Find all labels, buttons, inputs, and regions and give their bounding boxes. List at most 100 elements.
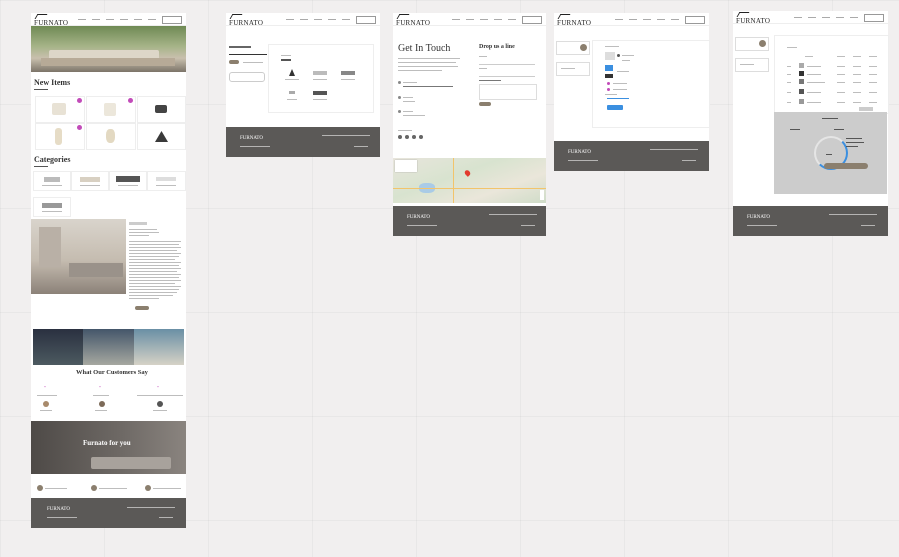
- nav-link[interactable]: [120, 19, 128, 20]
- add-to-cart-button[interactable]: [607, 105, 623, 110]
- radio-option[interactable]: [617, 54, 620, 57]
- price-slider[interactable]: [229, 54, 267, 55]
- nav-link[interactable]: [629, 19, 637, 20]
- nav-link[interactable]: [643, 19, 651, 20]
- gallery-image: [133, 329, 184, 365]
- top-nav: FURNATO: [733, 11, 888, 25]
- product-image[interactable]: [313, 71, 327, 75]
- product-card[interactable]: [35, 123, 85, 150]
- product-image: [155, 131, 168, 142]
- nav-link[interactable]: [822, 17, 830, 18]
- new-items-title: New Items: [34, 78, 71, 87]
- map-info-card: [395, 160, 417, 172]
- product-card[interactable]: [86, 96, 136, 123]
- category-card[interactable]: [109, 171, 147, 191]
- zoom-controls[interactable]: [540, 190, 544, 200]
- category-card[interactable]: [147, 171, 186, 191]
- logo[interactable]: FURNATO: [229, 14, 263, 27]
- update-cart-button[interactable]: [859, 107, 873, 111]
- product-card[interactable]: [35, 96, 85, 123]
- nav-link[interactable]: [466, 19, 474, 20]
- product-image[interactable]: [341, 71, 355, 75]
- nav-link[interactable]: [134, 19, 142, 20]
- checkout-button[interactable]: [824, 163, 868, 169]
- facebook-icon[interactable]: [398, 135, 402, 139]
- social-icons: [398, 135, 428, 140]
- message-field[interactable]: [479, 84, 537, 100]
- nav-link[interactable]: [328, 19, 336, 20]
- nav-link[interactable]: [508, 19, 516, 20]
- nav-link[interactable]: [314, 19, 322, 20]
- email-field[interactable]: [479, 71, 535, 77]
- color-swatch[interactable]: [605, 65, 613, 71]
- category-card[interactable]: [71, 171, 109, 191]
- nav-link[interactable]: [78, 19, 86, 20]
- color-dot[interactable]: [607, 82, 610, 85]
- product-thumbnail[interactable]: [605, 74, 613, 78]
- search-box[interactable]: [556, 41, 590, 55]
- nav-button[interactable]: [356, 16, 376, 24]
- filter-button[interactable]: [229, 60, 239, 64]
- table-row: [785, 62, 885, 70]
- filter-box[interactable]: [735, 58, 769, 72]
- send-button[interactable]: [479, 102, 491, 106]
- instagram-icon[interactable]: [412, 135, 416, 139]
- nav-link[interactable]: [452, 19, 460, 20]
- map[interactable]: [393, 158, 546, 203]
- search-box[interactable]: [735, 37, 769, 51]
- top-nav: FURNATO: [393, 13, 546, 27]
- product-image[interactable]: [289, 91, 295, 94]
- nav-button[interactable]: [162, 16, 182, 24]
- shop-page-frame: FURNATO FURNATO: [226, 13, 380, 157]
- nav-menu: [615, 16, 705, 24]
- nav-link[interactable]: [286, 19, 294, 20]
- nav-link[interactable]: [480, 19, 488, 20]
- product-image[interactable]: [289, 69, 295, 76]
- product-image[interactable]: [313, 91, 327, 95]
- nav-button[interactable]: [685, 16, 705, 24]
- youtube-icon[interactable]: [419, 135, 423, 139]
- nav-link[interactable]: [342, 19, 350, 20]
- nav-link[interactable]: [671, 19, 679, 20]
- table-row: [785, 78, 885, 86]
- product-thumbnail[interactable]: [605, 52, 615, 60]
- sort-select[interactable]: [229, 72, 265, 82]
- footer: FURNATO: [31, 498, 186, 528]
- footer-logo: FURNATO: [407, 215, 430, 220]
- nav-link[interactable]: [494, 19, 502, 20]
- nav-button[interactable]: [522, 16, 542, 24]
- filter-box[interactable]: [556, 62, 590, 76]
- nav-button[interactable]: [864, 14, 884, 22]
- search-icon[interactable]: [759, 40, 766, 47]
- product-image: [155, 105, 167, 113]
- nav-link[interactable]: [836, 17, 844, 18]
- footer: FURNATO: [554, 141, 709, 171]
- search-icon[interactable]: [580, 44, 587, 51]
- sale-badge: [77, 98, 82, 103]
- color-dot[interactable]: [607, 88, 610, 91]
- name-field[interactable]: [479, 59, 535, 65]
- logo[interactable]: FURNATO: [736, 12, 770, 25]
- nav-link[interactable]: [92, 19, 100, 20]
- nav-link[interactable]: [657, 19, 665, 20]
- product-card[interactable]: [86, 123, 136, 150]
- logo-text: FURNATO: [557, 19, 592, 27]
- nav-link[interactable]: [300, 19, 308, 20]
- category-card[interactable]: [33, 197, 71, 217]
- twitter-icon[interactable]: [405, 135, 409, 139]
- product-card[interactable]: [137, 96, 186, 123]
- product-image: [52, 103, 66, 115]
- product-card[interactable]: [137, 123, 186, 150]
- category-card[interactable]: [33, 171, 71, 191]
- nav-link[interactable]: [615, 19, 623, 20]
- logo[interactable]: FURNATO: [396, 14, 430, 27]
- nav-link[interactable]: [850, 17, 858, 18]
- nav-link[interactable]: [808, 17, 816, 18]
- read-more-button[interactable]: [135, 306, 149, 310]
- nav-link[interactable]: [106, 19, 114, 20]
- nav-link[interactable]: [794, 17, 802, 18]
- logo[interactable]: FURNATO: [557, 14, 591, 27]
- nav-link[interactable]: [148, 19, 156, 20]
- cart-table: [774, 35, 889, 114]
- logo-text: FURNATO: [229, 19, 264, 27]
